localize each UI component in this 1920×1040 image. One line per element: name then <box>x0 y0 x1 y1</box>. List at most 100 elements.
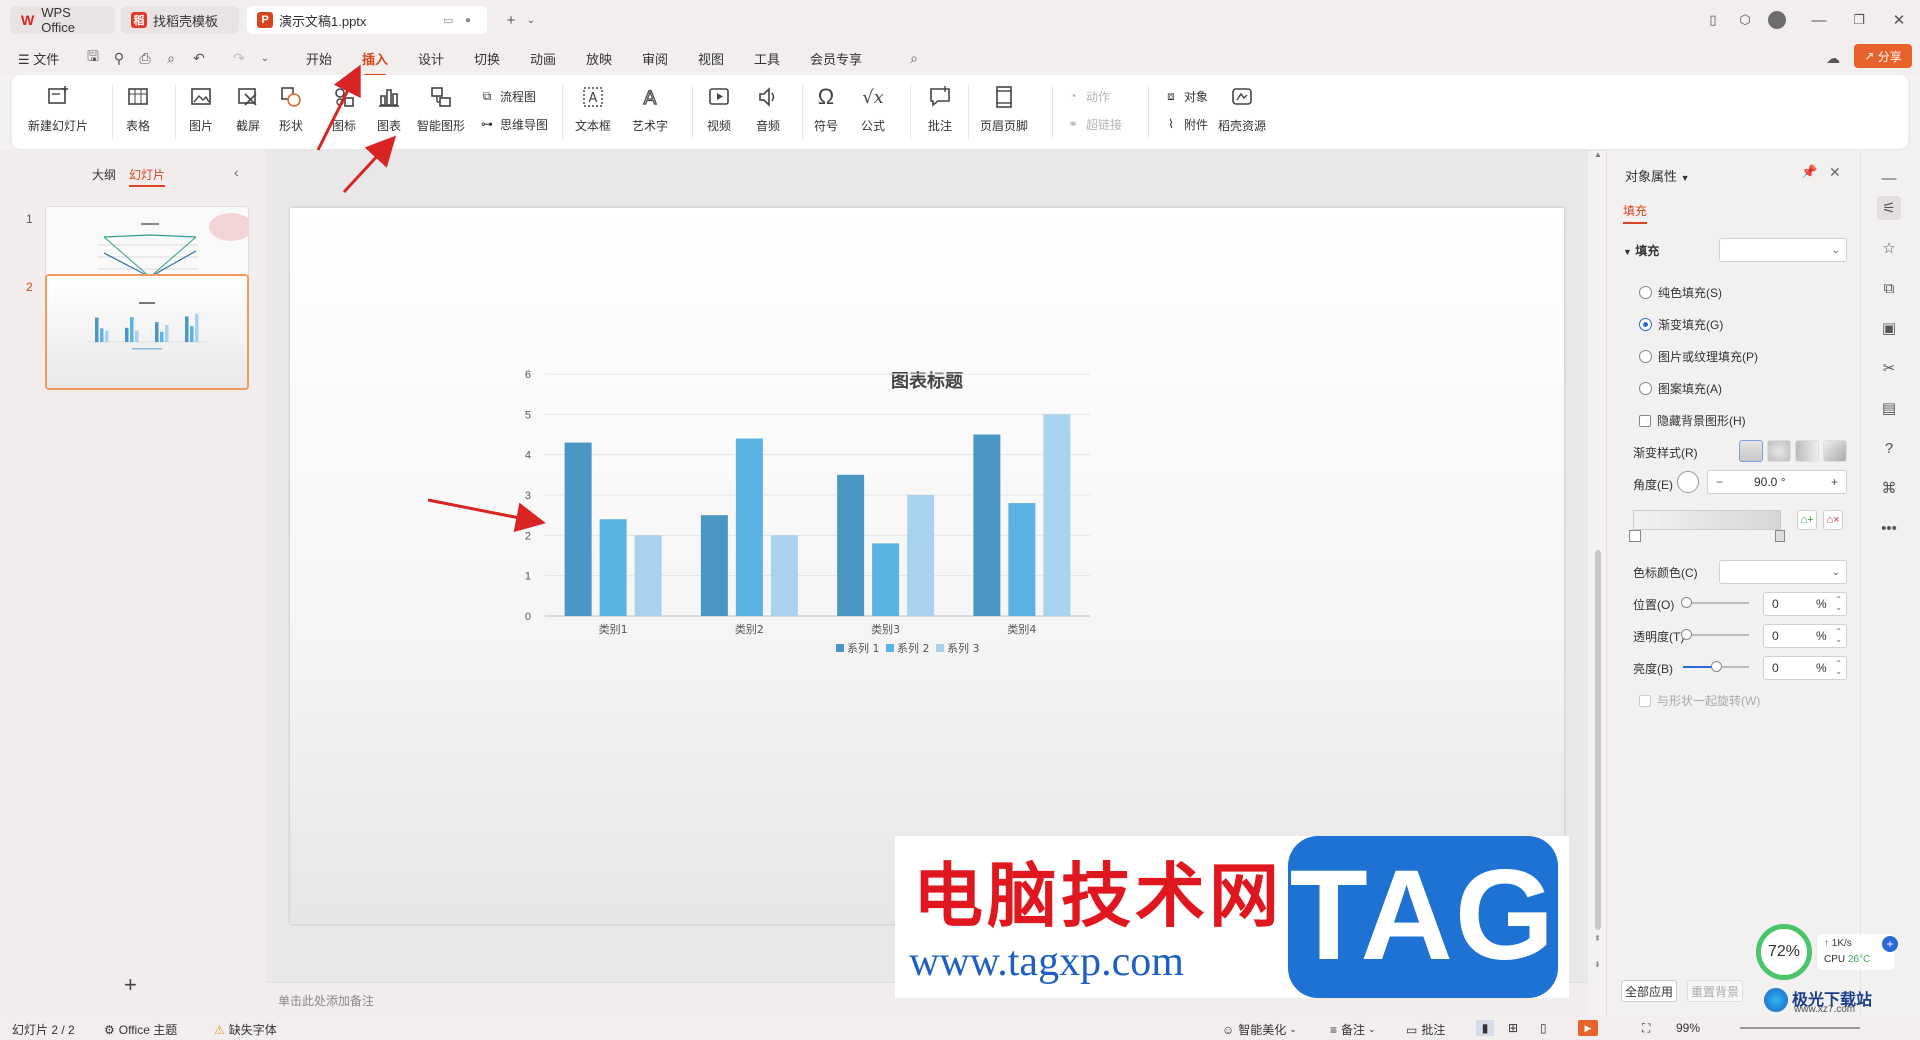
radio-gradient-fill[interactable]: 渐变填充(G) <box>1639 316 1723 333</box>
book-icon[interactable]: ▤ <box>1877 396 1901 420</box>
brightness-slider[interactable] <box>1683 661 1749 672</box>
collapse-strip-icon[interactable]: — <box>1877 166 1901 190</box>
star-icon[interactable]: ☆ <box>1877 236 1901 260</box>
more-chevron-icon[interactable]: ⌄ <box>256 49 274 67</box>
chart-bar[interactable] <box>973 434 1001 617</box>
print-icon[interactable]: ⎙ <box>136 49 154 67</box>
slider-knob[interactable] <box>1711 661 1722 672</box>
normal-view-icon[interactable]: ▮ <box>1476 1020 1494 1036</box>
position-input[interactable]: 0% ⌃ ⌄ <box>1763 592 1847 616</box>
menu-design[interactable]: 设计 <box>418 49 444 68</box>
mindmap-button[interactable]: ⊶ 思维导图 <box>478 115 548 133</box>
chart-bar[interactable] <box>634 535 662 616</box>
spin-icon[interactable]: ⌃ ⌄ <box>1835 660 1842 676</box>
menu-review[interactable]: 审阅 <box>642 49 668 68</box>
chart-bar[interactable] <box>564 442 592 616</box>
shape-button[interactable]: 形状 <box>277 83 305 134</box>
radio-solid-fill[interactable]: 纯色填充(S) <box>1639 284 1722 301</box>
cloud-icon[interactable]: ☁ <box>1824 49 1842 67</box>
chart-bar[interactable] <box>872 543 900 616</box>
audio-button[interactable]: 音频 <box>754 83 782 134</box>
gradient-style-radial[interactable] <box>1767 440 1791 462</box>
monitor-icon[interactable]: ▭ <box>443 14 453 27</box>
new-slide-button[interactable]: 新建幻灯片 <box>28 83 88 134</box>
comment-button[interactable]: 批注 <box>926 83 954 134</box>
pin-icon[interactable]: 📌 <box>1801 164 1817 180</box>
reset-background-button[interactable]: 重置背景 <box>1687 980 1743 1002</box>
transparency-slider[interactable] <box>1681 629 1749 640</box>
header-footer-button[interactable]: 页眉页脚 <box>980 83 1028 134</box>
gradient-style-linear[interactable] <box>1739 440 1763 462</box>
vertical-scrollbar[interactable]: ▲ ⇞ ⇟ <box>1594 150 1602 982</box>
scroll-up-icon[interactable]: ▲ <box>1594 150 1602 159</box>
chart-button[interactable]: 图表 <box>375 83 403 134</box>
tab-presentation[interactable]: P 演示文稿1.pptx ▭ ● <box>247 6 487 34</box>
textbox-button[interactable]: A 文本框 <box>575 83 611 134</box>
menu-animation[interactable]: 动画 <box>530 49 556 68</box>
fill-section-header[interactable]: ▼ 填充 <box>1623 242 1659 259</box>
image-edit-icon[interactable]: ▣ <box>1877 316 1901 340</box>
chart-bar[interactable] <box>599 519 627 616</box>
gradient-style-path[interactable] <box>1823 440 1847 462</box>
chart-legend[interactable]: 系列 1 系列 2 系列 3 <box>836 641 980 655</box>
chart-bar[interactable] <box>907 495 935 616</box>
gradient-stop-handle[interactable] <box>1629 530 1641 542</box>
chart-bar[interactable] <box>1043 414 1071 616</box>
tab-slides[interactable]: 幻灯片 <box>129 166 166 187</box>
tab-wps-office[interactable]: W WPS Office <box>10 5 115 35</box>
menu-tools[interactable]: 工具 <box>754 49 780 68</box>
attachment-button[interactable]: ⌇ 附件 <box>1162 115 1208 133</box>
stop-color-dropdown[interactable]: ⌄ <box>1719 560 1847 584</box>
missing-font-indicator[interactable]: ⚠ 缺失字体 <box>214 1021 277 1038</box>
angle-dial[interactable] <box>1677 471 1699 493</box>
close-icon[interactable]: ✕ <box>1886 8 1912 32</box>
slide-sorter-icon[interactable]: ⊞ <box>1508 1021 1518 1035</box>
video-button[interactable]: 视频 <box>705 83 733 134</box>
gradient-stop-handle[interactable] <box>1775 530 1785 542</box>
smartart-button[interactable]: 智能图形 <box>417 83 465 134</box>
chart-bar[interactable] <box>837 474 865 616</box>
position-slider[interactable] <box>1681 597 1749 608</box>
menu-transition[interactable]: 切换 <box>474 49 500 68</box>
menu-member[interactable]: 会员专享 <box>810 49 862 68</box>
add-widget-icon[interactable]: + <box>1882 936 1898 952</box>
flowchart-button[interactable]: ⧉ 流程图 <box>478 87 536 105</box>
search-icon[interactable]: ⌕ <box>905 49 923 67</box>
help-icon[interactable]: ? <box>1877 436 1901 460</box>
apply-all-button[interactable]: 全部应用 <box>1621 980 1677 1002</box>
radio-picture-fill[interactable]: 图片或纹理填充(P) <box>1639 348 1758 365</box>
avatar[interactable] <box>1764 8 1790 32</box>
print-preview-icon[interactable]: ⌕ <box>162 49 180 67</box>
menu-slideshow[interactable]: 放映 <box>586 49 612 68</box>
layout-icon[interactable]: ▯ <box>1700 8 1726 32</box>
spin-icon[interactable]: ⌃ ⌄ <box>1835 628 1842 644</box>
gradient-bar[interactable] <box>1633 510 1781 530</box>
picture-button[interactable]: 图片 <box>187 83 215 134</box>
minimize-icon[interactable]: — <box>1806 8 1832 32</box>
next-slide-icon[interactable]: ⇟ <box>1594 960 1601 969</box>
slide-canvas[interactable]: 图表标题 0 1 2 3 4 5 6 类别1 类别2 类别3 类别4 系列 1 系列 2 系列 3 <box>290 208 1564 924</box>
undo-icon[interactable]: ↶ <box>190 49 208 67</box>
tools-icon[interactable]: ✂ <box>1877 356 1901 380</box>
zoom-slider[interactable] <box>1740 1027 1860 1029</box>
gift-icon[interactable]: ⌘ <box>1877 476 1901 500</box>
copy-icon[interactable]: ⧉ <box>1877 276 1901 300</box>
cube-icon[interactable]: ⬡ <box>1732 8 1758 32</box>
angle-stepper[interactable]: − 90.0 ° + <box>1707 470 1847 494</box>
notes-toggle[interactable]: ≡ 备注 ⌄ <box>1330 1021 1376 1038</box>
theme-indicator[interactable]: ⚙ Office 主题 <box>104 1021 177 1038</box>
menu-start[interactable]: 开始 <box>306 49 332 68</box>
cpu-gauge[interactable]: 72% <box>1756 924 1812 980</box>
hyperlink-button[interactable]: ⚭ 超链接 <box>1064 115 1122 133</box>
add-slide-icon[interactable]: + <box>124 972 137 998</box>
share-button[interactable]: ↗ 分享 <box>1854 44 1912 68</box>
menu-insert[interactable]: 插入 <box>362 49 388 76</box>
add-stop-icon[interactable]: ⌂+ <box>1797 510 1817 530</box>
reading-view-icon[interactable]: ▯ <box>1540 1021 1547 1035</box>
spin-icon[interactable]: ⌃ ⌄ <box>1835 596 1842 612</box>
slider-knob[interactable] <box>1681 597 1692 608</box>
tab-fill[interactable]: 填充 <box>1623 202 1648 224</box>
beautify-button[interactable]: ☺ 智能美化 ⌄ <box>1222 1021 1297 1038</box>
formula-button[interactable]: √x 公式 <box>859 83 887 134</box>
zoom-value[interactable]: 99% <box>1676 1021 1700 1035</box>
